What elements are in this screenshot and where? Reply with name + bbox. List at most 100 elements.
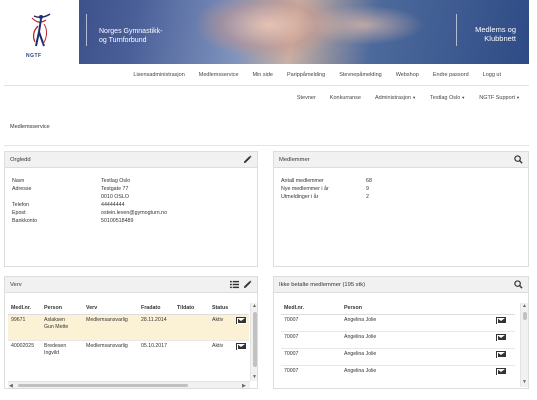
column-header[interactable]: Medl.nr. bbox=[8, 303, 41, 315]
cell-actions bbox=[493, 330, 515, 348]
cell-person: Angelina Jolie bbox=[341, 330, 493, 348]
column-header[interactable]: Fradato bbox=[138, 303, 174, 315]
nav-stevnepamelding[interactable]: Stevnepåmelding bbox=[339, 72, 382, 78]
envelope-icon[interactable] bbox=[496, 333, 507, 341]
table-row[interactable]: 70007 Angelina Jolie bbox=[281, 364, 515, 382]
scroll-left-icon[interactable]: ◀ bbox=[9, 383, 13, 388]
nav-ngtf-support-dropdown[interactable]: NGTF Support▼ bbox=[479, 95, 520, 101]
logo[interactable]: NGTF bbox=[4, 0, 79, 64]
cell-person: Angelina Jolie bbox=[341, 364, 493, 382]
table-row[interactable]: 70007 Angelina Jolie bbox=[281, 330, 515, 348]
nav-lisensadministrasjon[interactable]: Lisensadministrasjon bbox=[133, 72, 184, 78]
stat-label: Utmeldinger i år bbox=[281, 194, 319, 200]
nav-testlag-oslo-dropdown[interactable]: Testlag Oslo▼ bbox=[430, 95, 465, 101]
table-row[interactable]: 40002025 Bredesen Ingvild Medlemsansvarli… bbox=[8, 339, 249, 366]
table-row[interactable]: 70007 Angelina Jolie bbox=[281, 314, 515, 331]
nav-webshop[interactable]: Webshop bbox=[396, 72, 419, 78]
ikke-betalte-panel: Ikke betalte medlemmer (195 stk) Medl.nr… bbox=[273, 276, 529, 389]
breadcrumb: Medlemsservice bbox=[10, 124, 50, 130]
envelope-icon[interactable] bbox=[496, 367, 507, 375]
stat-value: 68 bbox=[366, 178, 372, 184]
nav-logg-ut[interactable]: Logg ut bbox=[483, 72, 501, 78]
nav-stevner[interactable]: Stevner bbox=[297, 95, 316, 101]
horizontal-scrollbar[interactable]: ◀ ▶ bbox=[8, 381, 250, 388]
nav-min-side[interactable]: Min side bbox=[253, 72, 273, 78]
caret-down-icon: ▼ bbox=[461, 95, 466, 100]
panel-header: Orgledd bbox=[5, 152, 257, 168]
cell-medlnr: 70007 bbox=[281, 364, 341, 382]
email-link[interactable]: ostein.leven@gymogturn.no bbox=[101, 210, 167, 217]
ikke-betalte-table-wrap: Medl.nr. Person 70007 Angelina Jolie 700… bbox=[281, 303, 515, 382]
scroll-up-icon[interactable]: ▲ bbox=[522, 303, 527, 309]
cell-person: Angelina Jolie bbox=[344, 316, 377, 323]
search-icon[interactable] bbox=[514, 280, 523, 289]
column-header[interactable]: Person bbox=[341, 303, 493, 315]
cell-verv: Medlemsansvarlig bbox=[83, 339, 138, 366]
table-row[interactable]: 70007 Angelina Jolie bbox=[281, 347, 515, 365]
panel-title: Verv bbox=[10, 281, 22, 288]
caret-down-icon: ▼ bbox=[412, 95, 417, 100]
header-banner: NGTF Norges Gymnastikk- og Turnforbund M… bbox=[4, 0, 529, 64]
envelope-icon[interactable] bbox=[236, 316, 247, 324]
verv-table-wrap: Medl.nr. Person Verv Fradato Tildato Sta… bbox=[8, 303, 249, 366]
info-row-name: Navn Testlag Oslo bbox=[12, 178, 252, 186]
pencil-icon[interactable] bbox=[243, 280, 252, 289]
column-header-actions bbox=[493, 303, 515, 315]
nav-label: Administrasjon bbox=[374, 95, 412, 101]
stat-label: Nye medlemmer i år bbox=[281, 186, 329, 192]
scroll-right-icon[interactable]: ▶ bbox=[242, 383, 246, 388]
vertical-scrollbar[interactable]: ▲ ▼ bbox=[250, 303, 257, 381]
cell-actions bbox=[233, 339, 249, 366]
nav-konkurranse[interactable]: Konkurranse bbox=[330, 95, 361, 101]
column-header[interactable]: Tildato bbox=[174, 303, 209, 315]
column-header[interactable]: Person bbox=[41, 303, 83, 315]
cell-status: Aktiv bbox=[209, 339, 233, 366]
nav-paripamelding[interactable]: Parippåmelding bbox=[287, 72, 325, 78]
table-header-row: Medl.nr. Person bbox=[281, 303, 515, 315]
table-header-row: Medl.nr. Person Verv Fradato Tildato Sta… bbox=[8, 303, 249, 315]
divider bbox=[4, 145, 529, 146]
envelope-icon[interactable] bbox=[496, 316, 507, 324]
envelope-icon[interactable] bbox=[236, 342, 247, 350]
scrollbar-thumb[interactable] bbox=[253, 312, 257, 367]
list-icon[interactable] bbox=[230, 280, 239, 289]
cell-tildato bbox=[174, 314, 209, 340]
secondary-nav: Stevner Konkurranse Administrasjon▼ Test… bbox=[4, 87, 529, 109]
scroll-up-icon[interactable]: ▲ bbox=[252, 303, 257, 309]
stat-value: 2 bbox=[366, 194, 369, 200]
scroll-down-icon[interactable]: ▼ bbox=[252, 374, 257, 380]
info-label: Telefon bbox=[12, 202, 30, 208]
column-header[interactable]: Status bbox=[209, 303, 233, 315]
cell-medlnr: 70007 bbox=[281, 330, 341, 348]
cell-status: Aktiv bbox=[209, 314, 233, 340]
scrollbar-thumb[interactable] bbox=[18, 384, 188, 387]
nav-medlemsservice[interactable]: Medlemsservice bbox=[199, 72, 239, 78]
scroll-down-icon[interactable]: ▼ bbox=[522, 379, 527, 385]
pencil-icon[interactable] bbox=[243, 155, 252, 164]
column-header[interactable]: Verv bbox=[83, 303, 138, 315]
vertical-scrollbar[interactable]: ▲ ▼ bbox=[520, 303, 528, 387]
banner-image-highlight-2 bbox=[304, 5, 424, 45]
panel-title: Orgledd bbox=[10, 156, 31, 163]
stat-label: Antall medlemmer bbox=[281, 178, 324, 184]
ikke-betalte-table: Medl.nr. Person 70007 Angelina Jolie 700… bbox=[281, 303, 515, 382]
table-row[interactable]: 99671 Aslaksen Gun Mette Medlemsansvarlig… bbox=[8, 314, 249, 340]
info-value: Testgate 77 bbox=[101, 186, 129, 192]
scrollbar-thumb[interactable] bbox=[523, 312, 527, 320]
verv-table: Medl.nr. Person Verv Fradato Tildato Sta… bbox=[8, 303, 249, 366]
envelope-icon[interactable] bbox=[496, 350, 507, 358]
info-value: 0010 OSLO bbox=[101, 194, 129, 200]
nav-label: NGTF Support bbox=[479, 95, 516, 101]
column-header[interactable]: Medl.nr. bbox=[281, 303, 341, 315]
search-icon[interactable] bbox=[514, 155, 523, 164]
nav-label: Testlag Oslo bbox=[430, 95, 461, 101]
nav-administrasjon-dropdown[interactable]: Administrasjon▼ bbox=[375, 95, 416, 101]
stat-row: Nye medlemmer i år 9 bbox=[281, 186, 521, 194]
app-name: Medlems og Klubbnett bbox=[456, 25, 516, 43]
caret-down-icon: ▼ bbox=[516, 95, 520, 100]
nav-endre-passord[interactable]: Endre passord bbox=[433, 72, 469, 78]
person-firstname: Gun Mette bbox=[44, 323, 69, 330]
info-value: 50100518489 bbox=[101, 218, 134, 224]
cell-actions bbox=[493, 347, 515, 365]
info-row-bank: Bankkonto 50100518489 bbox=[12, 218, 252, 226]
